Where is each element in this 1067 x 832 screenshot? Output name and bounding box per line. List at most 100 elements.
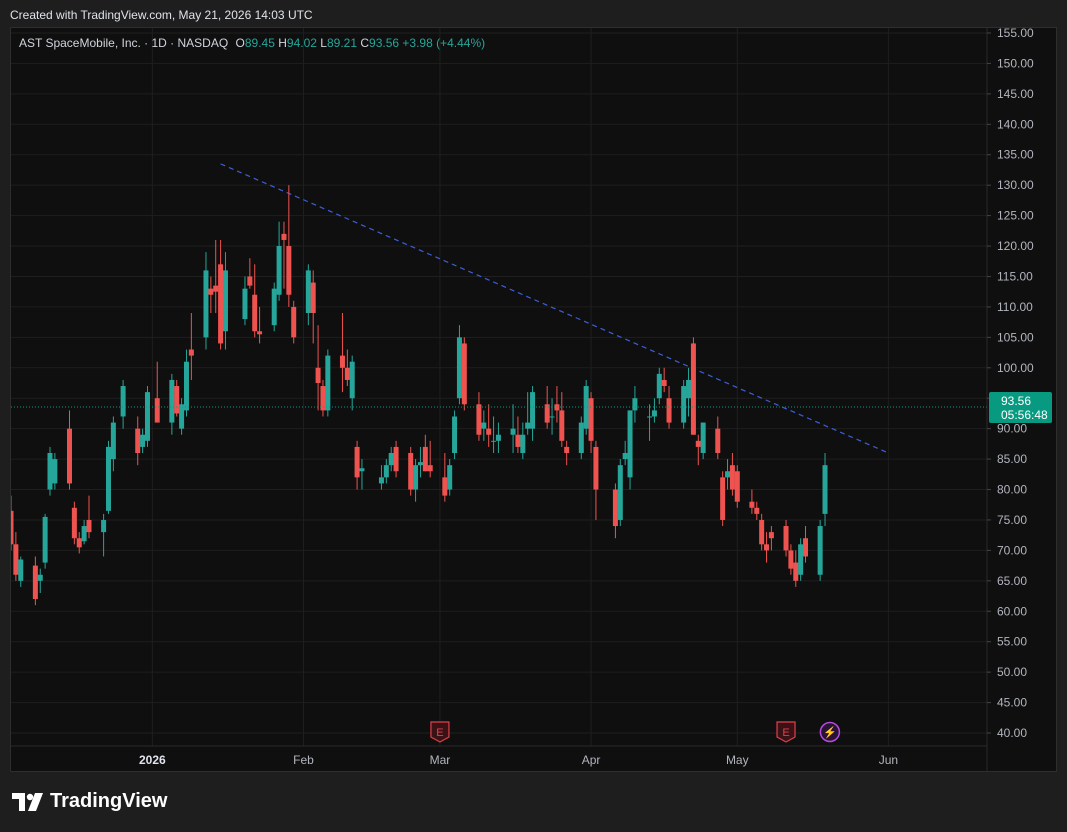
earnings-event-label: E [782, 727, 789, 739]
y-tick-label: 125.00 [997, 209, 1034, 223]
candle-body [783, 526, 789, 551]
candle-body [764, 544, 770, 551]
candle-body [617, 465, 623, 520]
chart-panel[interactable]: E E ⚡ 155.00 150.00 145.00 140.00 135.00 130.00… [10, 27, 1057, 772]
price-chart[interactable]: E E ⚡ 155.00 150.00 145.00 140.00 135.00 130.00… [11, 28, 1056, 771]
candle-body [417, 462, 423, 466]
candle-body [525, 422, 531, 429]
candle-body [749, 501, 755, 508]
y-tick-label: 60.00 [997, 604, 1027, 618]
candle-body [257, 331, 263, 335]
ohlc-legend: AST SpaceMobile, Inc. · 1D · NASDAQ O89.… [19, 36, 485, 50]
candle-body [549, 416, 555, 418]
candle-body [218, 264, 224, 344]
y-tick-label: 145.00 [997, 87, 1034, 101]
y-tick-label: 75.00 [997, 513, 1027, 527]
candle-body [359, 468, 365, 472]
x-tick-label: 2026 [139, 753, 166, 767]
candle-body [174, 386, 180, 414]
open-label: O [235, 36, 245, 50]
candle-body [759, 519, 765, 545]
candle-body [520, 434, 526, 453]
candle-body [383, 465, 389, 478]
x-tick-label: Jun [879, 753, 898, 767]
candle-body [144, 392, 150, 441]
candle-body [530, 392, 536, 429]
candle-body [252, 294, 258, 332]
candle-body [305, 270, 311, 313]
candle-body [564, 446, 570, 453]
close-label: C [360, 36, 370, 50]
candle-body [612, 489, 618, 527]
candle-body [442, 477, 448, 496]
x-tick-label: May [726, 753, 749, 767]
candle-body [388, 453, 394, 466]
y-tick-label: 90.00 [997, 422, 1027, 436]
close-value: 93.56 [369, 36, 400, 50]
candle-body [18, 559, 24, 581]
candle-body [495, 434, 501, 441]
candle-body [651, 410, 657, 417]
y-tick-label: 105.00 [997, 330, 1034, 344]
tradingview-logo-icon [12, 792, 43, 811]
price-tag: 93.56 05:56:48 [989, 391, 1052, 423]
candle-body [559, 410, 565, 441]
candle-body [486, 428, 492, 435]
symbol-title[interactable]: AST SpaceMobile, Inc. · 1D · NASDAQ [19, 36, 228, 50]
candle-body [71, 507, 77, 539]
candle-body [715, 428, 721, 453]
time-axis[interactable]: 2026 Feb Mar Apr May Jun [11, 745, 987, 767]
y-tick-label: 55.00 [997, 635, 1027, 649]
earnings-event-label: E [436, 727, 443, 739]
candle-body [81, 526, 87, 542]
candle-body [803, 538, 809, 557]
candle-body [86, 519, 92, 533]
candle-body [120, 386, 126, 417]
candle-body [661, 379, 667, 387]
candle-body [588, 398, 594, 441]
candle-body [510, 428, 516, 435]
price-tag-price: 93.56 [1001, 394, 1031, 408]
candle-body [66, 428, 72, 484]
open-value: 89.45 [244, 36, 275, 50]
candle-body [344, 367, 350, 380]
candle-body [461, 343, 467, 405]
candle-body [622, 453, 628, 460]
candle-body [817, 526, 823, 575]
candle-body [734, 471, 740, 502]
y-tick-label: 65.00 [997, 574, 1027, 588]
candle-body [656, 373, 662, 399]
candle-body [456, 337, 462, 399]
candle-body [427, 465, 433, 472]
events-layer[interactable]: E E ⚡ [430, 721, 841, 743]
candle-body [447, 465, 453, 490]
candle-body [140, 434, 146, 447]
y-tick-label: 115.00 [997, 269, 1033, 283]
candle-body [183, 361, 189, 411]
tradingview-logo[interactable]: TradingView [12, 790, 167, 813]
candle-body [42, 516, 48, 563]
candle-body [222, 270, 228, 332]
candle-body [476, 404, 482, 435]
x-tick-label: Apr [582, 753, 601, 767]
candle-body [291, 306, 297, 338]
candle-body [681, 386, 687, 423]
x-tick-label: Feb [293, 753, 314, 767]
y-tick-label: 155.00 [997, 28, 1034, 40]
candle-body [422, 446, 428, 472]
candle-body [13, 544, 19, 575]
candle-body [325, 355, 331, 411]
candle-body [271, 288, 277, 326]
candle-body [408, 453, 414, 490]
candle-body [788, 550, 794, 569]
candle-body [188, 349, 194, 356]
candle-body [378, 477, 384, 484]
candle-body [822, 465, 828, 514]
candle-body [76, 538, 82, 548]
candle-body [11, 510, 14, 545]
candle-body [276, 246, 282, 295]
candle-body [247, 276, 253, 286]
candle-body [286, 246, 292, 295]
candle-body [320, 386, 326, 411]
low-label: L [320, 36, 327, 50]
